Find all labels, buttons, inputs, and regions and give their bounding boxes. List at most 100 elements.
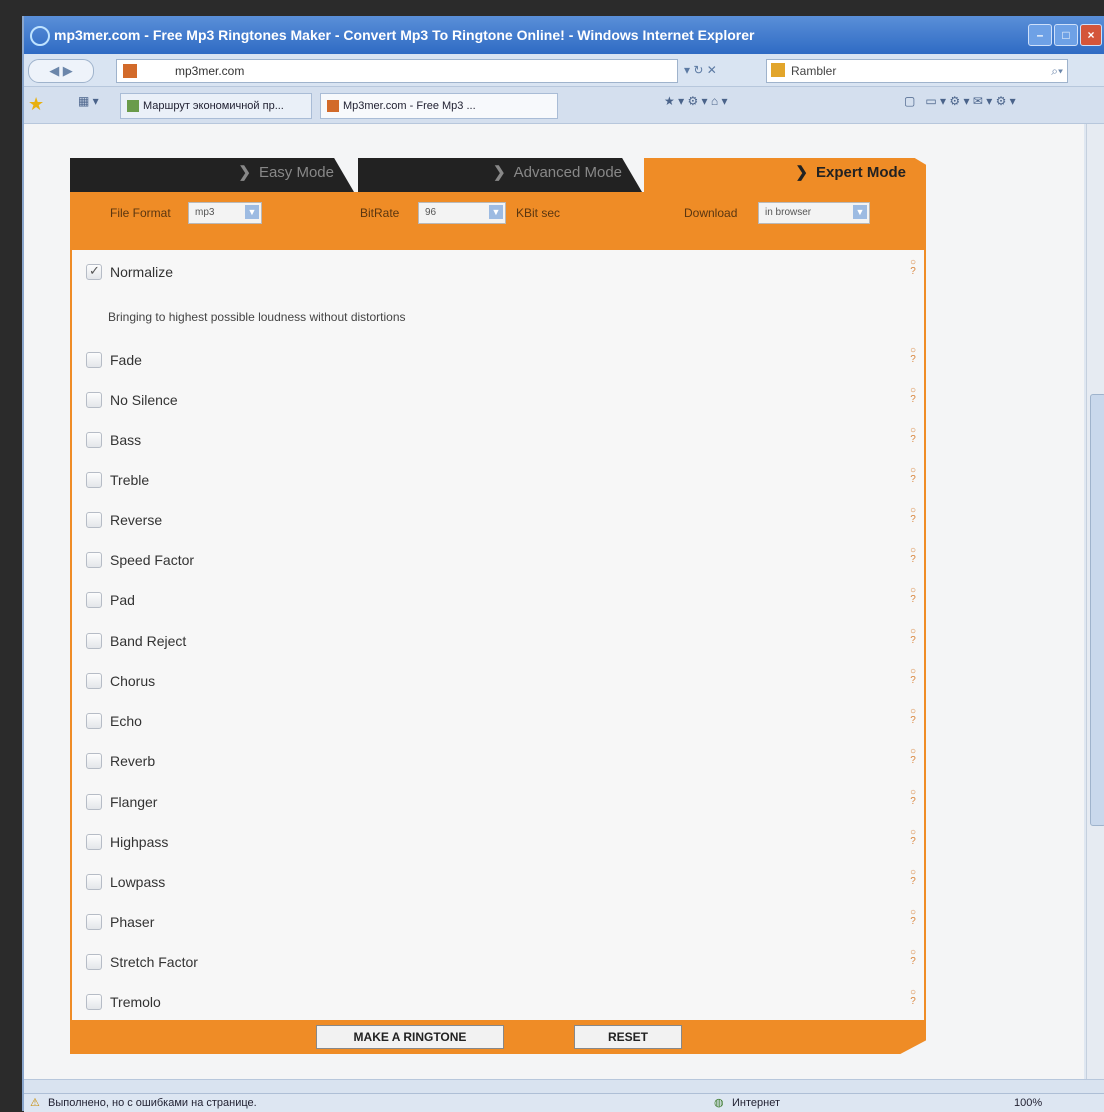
chevron-right-icon: ❯	[493, 164, 506, 181]
favorites-star-icon[interactable]: ★	[28, 94, 44, 115]
globe-icon: ◍	[714, 1097, 724, 1109]
effect-label: Bass	[110, 432, 142, 448]
effect-checkbox[interactable]	[86, 914, 102, 930]
effect-label: Flanger	[110, 794, 158, 810]
effect-checkbox[interactable]	[86, 352, 102, 368]
help-icon[interactable]: ○?	[908, 506, 918, 532]
make-ringtone-button[interactable]: MAKE A RINGTONE	[316, 1025, 504, 1049]
bitrate-label: BitRate	[360, 206, 400, 220]
horizontal-scrollbar[interactable]	[24, 1079, 1104, 1094]
tab-favicon-icon	[327, 100, 339, 113]
file-format-value: mp3	[195, 207, 215, 218]
effect-checkbox[interactable]	[86, 954, 102, 970]
effect-checkbox[interactable]	[86, 673, 102, 689]
options-bar: File Format mp3 ▼ BitRate 96 ▼ KBit sec …	[70, 192, 926, 250]
back-forward-buttons[interactable]: ◀ ▶	[28, 59, 94, 83]
help-icon[interactable]: ○?	[908, 466, 918, 492]
effect-label: Stretch Factor	[110, 954, 198, 970]
effect-label: Reverb	[110, 753, 156, 769]
address-field[interactable]: mp3mer.com	[116, 59, 678, 83]
help-icon[interactable]: ○?	[908, 948, 918, 974]
chevron-right-icon: ❯	[795, 164, 808, 181]
address-bar-row: ◀ ▶ mp3mer.com ▾ ↻ ✕ Rambler ⌕▾	[24, 54, 1104, 87]
effect-label: Tremolo	[110, 994, 161, 1010]
effect-label: Echo	[110, 713, 142, 729]
tab-advanced-mode[interactable]: ❯ Advanced Mode	[358, 158, 642, 192]
help-icon[interactable]: ○?	[908, 988, 918, 1014]
help-icon[interactable]: ○?	[908, 426, 918, 452]
effect-checkbox[interactable]	[86, 994, 102, 1010]
help-icon[interactable]: ○?	[908, 908, 918, 934]
search-field[interactable]: Rambler ⌕▾	[766, 59, 1068, 83]
zoom-level[interactable]: 100%	[1014, 1094, 1042, 1112]
tab-list-icon[interactable]: ▦ ▾	[78, 94, 99, 108]
effect-label: Highpass	[110, 834, 169, 850]
effect-label: Lowpass	[110, 874, 166, 890]
tab-label: Маршрут экономичной пр...	[143, 100, 284, 112]
help-icon[interactable]: ○?	[908, 828, 918, 854]
file-format-label: File Format	[110, 206, 171, 220]
effect-checkbox[interactable]	[86, 834, 102, 850]
effect-label: Reverse	[110, 512, 163, 528]
bitrate-select[interactable]: 96 ▼	[418, 202, 506, 224]
command-bar-icons[interactable]: ▢ ▭ ▾ ⚙ ▾ ✉ ▾ ⚙ ▾	[904, 94, 1016, 108]
tab-route[interactable]: Маршрут экономичной пр...	[120, 93, 312, 119]
status-bar: ⚠ Выполнено, но с ошибками на странице. …	[24, 1093, 1104, 1112]
effect-label: Pad	[110, 592, 135, 608]
reset-button[interactable]: RESET	[574, 1025, 682, 1049]
help-icon[interactable]: ○?	[908, 868, 918, 894]
effect-checkbox[interactable]	[86, 874, 102, 890]
tab-easy-mode[interactable]: ❯ Easy Mode	[70, 158, 354, 192]
effect-checkbox[interactable]	[86, 592, 102, 608]
chevron-down-icon: ▼	[489, 205, 503, 219]
effect-checkbox[interactable]	[86, 512, 102, 528]
refresh-stop-icons[interactable]: ▾ ↻ ✕	[684, 59, 717, 81]
help-icon[interactable]: ○?	[908, 258, 918, 284]
bitrate-unit: KBit sec	[516, 206, 561, 220]
title-bar: mp3mer.com - Free Mp3 Ringtones Maker - …	[24, 16, 1104, 54]
help-icon[interactable]: ○?	[908, 346, 918, 372]
effect-checkbox[interactable]	[86, 472, 102, 488]
help-icon[interactable]: ○?	[908, 586, 918, 612]
file-format-select[interactable]: mp3 ▼	[188, 202, 262, 224]
effect-checkbox[interactable]	[86, 753, 102, 769]
tab-bar: ★ ▦ ▾ Маршрут экономичной пр... Mp3mer.c…	[24, 87, 1104, 124]
effect-checkbox[interactable]	[86, 392, 102, 408]
effect-checkbox[interactable]	[86, 263, 102, 280]
page-content: ❯ Easy Mode ❯ Advanced Mode ❯ Expert Mode F…	[24, 124, 1084, 1079]
tab-label: Easy Mode	[258, 164, 334, 181]
effect-checkbox[interactable]	[86, 633, 102, 649]
maximize-button[interactable]: □	[1054, 24, 1078, 46]
effect-label: Fade	[110, 352, 142, 368]
help-icon[interactable]: ○?	[908, 667, 918, 693]
favorites-toolbar-icons[interactable]: ★ ▾ ⚙ ▾ ⌂ ▾	[664, 94, 728, 108]
security-zone: Интернет	[732, 1097, 780, 1109]
help-icon[interactable]: ○?	[908, 707, 918, 733]
help-icon[interactable]: ○?	[908, 747, 918, 773]
search-icon[interactable]: ⌕▾	[1051, 60, 1063, 82]
tab-mp3mer[interactable]: Mp3mer.com - Free Mp3 ...	[320, 93, 558, 119]
help-icon[interactable]: ○?	[908, 627, 918, 653]
effect-checkbox[interactable]	[86, 794, 102, 810]
effect-checkbox[interactable]	[86, 432, 102, 448]
help-icon[interactable]: ○?	[908, 386, 918, 412]
effect-checkbox[interactable]	[86, 552, 102, 568]
minimize-button[interactable]: –	[1028, 24, 1052, 46]
ie-logo-icon	[30, 26, 50, 46]
help-icon[interactable]: ○?	[908, 546, 918, 572]
vertical-scrollbar[interactable]	[1086, 124, 1104, 1079]
action-bar: MAKE A RINGTONE RESET	[70, 1020, 926, 1054]
scrollbar-thumb[interactable]	[1090, 394, 1104, 826]
chevron-down-icon: ▼	[853, 205, 867, 219]
bitrate-value: 96	[425, 207, 437, 218]
effect-checkbox[interactable]	[86, 713, 102, 729]
effect-label: No Silence	[110, 392, 178, 408]
download-label: Download	[684, 206, 738, 220]
help-icon[interactable]: ○?	[908, 788, 918, 814]
ringtone-panel: ❯ Easy Mode ❯ Advanced Mode ❯ Expert Mode F…	[70, 158, 926, 1064]
tab-expert-mode[interactable]: ❯ Expert Mode	[644, 158, 926, 192]
search-provider-icon	[771, 63, 785, 77]
download-select[interactable]: in browser ▼	[758, 202, 870, 224]
close-button[interactable]: ×	[1080, 24, 1102, 46]
effects-list: Bringing to highest possible loudness wi…	[70, 250, 926, 1020]
